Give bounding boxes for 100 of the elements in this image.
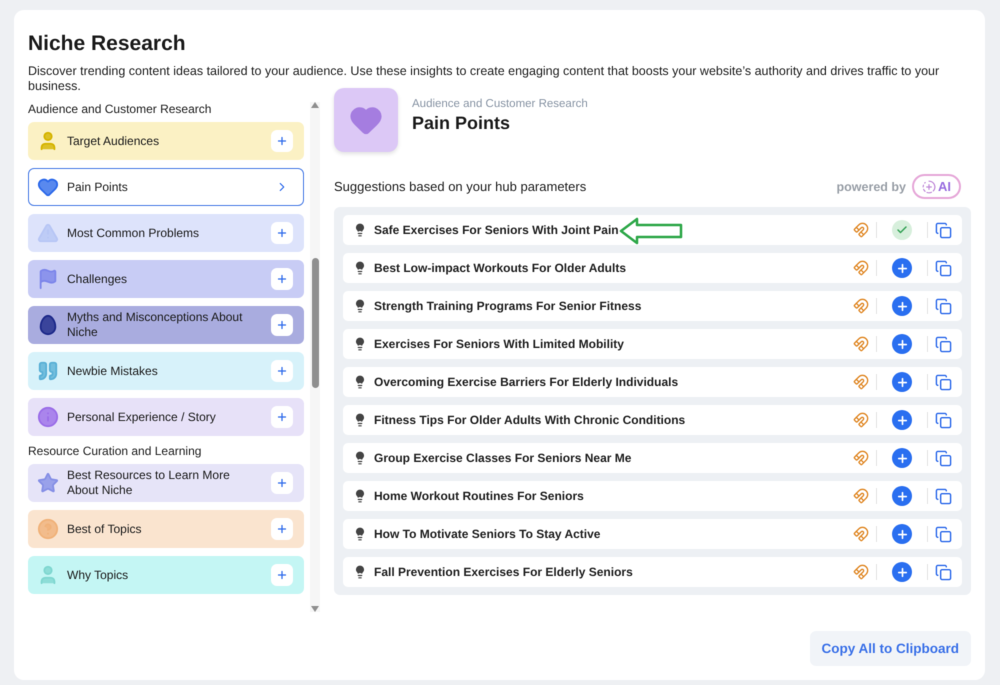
magnet-icon <box>853 450 869 466</box>
scroll-thumb[interactable] <box>312 258 319 388</box>
add-button[interactable] <box>271 130 294 152</box>
copy-button[interactable] <box>935 298 952 314</box>
lightbulb-icon <box>353 413 367 427</box>
item-label: Pain Points <box>67 180 129 194</box>
plus-icon <box>276 135 288 147</box>
sidebar-item[interactable]: Newbie Mistakes <box>28 352 304 390</box>
magnet-button[interactable] <box>853 298 869 314</box>
magnet-button[interactable] <box>853 260 869 276</box>
magnet-icon <box>853 412 869 428</box>
sidebar-item[interactable]: Challenges <box>28 260 304 298</box>
suggestion-text: Group Exercise Classes For Seniors Near Me <box>374 451 632 465</box>
add-button[interactable] <box>271 314 294 336</box>
add-button[interactable] <box>892 334 912 354</box>
add-button[interactable] <box>892 486 912 506</box>
sidebar-item[interactable]: Best of Topics <box>28 510 304 548</box>
sidebar-item[interactable]: Target Audiences <box>28 122 304 160</box>
magnet-icon <box>853 564 869 580</box>
add-button[interactable] <box>271 360 294 382</box>
arrow-drawing <box>619 217 683 245</box>
add-button[interactable] <box>271 518 294 540</box>
powered-by-label: powered by <box>836 180 906 194</box>
sidebar-item[interactable]: Why Topics <box>28 556 304 594</box>
item-label: Personal Experience / Story <box>67 410 217 424</box>
added-button[interactable] <box>892 220 912 240</box>
copy-button[interactable] <box>935 374 952 390</box>
scrollbar[interactable] <box>310 102 320 612</box>
magnet-button[interactable] <box>853 564 869 580</box>
sidebar-item[interactable]: Myths and Misconceptions About Niche <box>28 306 304 344</box>
sidebar-item[interactable]: Personal Experience / Story <box>28 398 304 436</box>
sidebar-item[interactable]: Pain Points <box>28 168 304 206</box>
suggestion-text: Fall Prevention Exercises For Elderly Seniors <box>374 565 634 579</box>
magnet-icon <box>853 526 869 542</box>
category-icon <box>37 360 59 382</box>
add-button[interactable] <box>892 258 912 278</box>
magnet-icon <box>853 488 869 504</box>
plus-icon <box>896 338 908 350</box>
copy-button[interactable] <box>935 488 952 504</box>
item-label: Best of Topics <box>67 522 142 536</box>
check-icon <box>896 224 908 236</box>
copy-button[interactable] <box>935 564 952 580</box>
plus-icon <box>276 411 288 423</box>
magnet-button[interactable] <box>853 374 869 390</box>
copy-icon <box>935 412 952 428</box>
scroll-down-icon[interactable] <box>311 606 320 612</box>
add-button[interactable] <box>271 222 294 244</box>
copy-button[interactable] <box>935 412 952 428</box>
magnet-icon <box>853 260 869 276</box>
category-icon <box>37 406 59 428</box>
copy-button[interactable] <box>935 526 952 542</box>
add-button[interactable] <box>271 472 294 494</box>
magnet-button[interactable] <box>853 450 869 466</box>
copy-button[interactable] <box>935 222 952 238</box>
suggestion-text: How To Motivate Seniors To Stay Active <box>374 527 602 541</box>
magnet-button[interactable] <box>853 526 869 542</box>
lightbulb-icon <box>353 223 367 237</box>
plus-icon <box>276 319 288 331</box>
plus-icon <box>276 365 288 377</box>
suggestion-text: Exercises For Seniors With Limited Mobility <box>374 337 625 351</box>
magnet-button[interactable] <box>853 222 869 238</box>
plus-icon <box>896 528 908 540</box>
suggestion-text: Home Workout Routines For Seniors <box>374 489 585 503</box>
plus-icon <box>896 490 908 502</box>
lightbulb-icon <box>353 261 367 275</box>
sidebar-item[interactable]: Most Common Problems <box>28 214 304 252</box>
add-button[interactable] <box>892 524 912 544</box>
add-button[interactable] <box>892 372 912 392</box>
add-button[interactable] <box>271 564 294 586</box>
plus-icon <box>896 376 908 388</box>
add-button[interactable] <box>892 448 912 468</box>
category-icon <box>37 314 59 336</box>
copy-icon <box>935 260 952 276</box>
copy-all-button[interactable]: Copy All to Clipboard <box>810 631 971 666</box>
section-heading: Audience and Customer Research <box>28 102 212 116</box>
suggestion-text: Safe Exercises For Seniors With Joint Pain <box>374 223 620 237</box>
add-button[interactable] <box>892 296 912 316</box>
scroll-up-icon[interactable] <box>311 102 320 108</box>
magnet-button[interactable] <box>853 488 869 504</box>
magnet-button[interactable] <box>853 412 869 428</box>
magnet-icon <box>853 374 869 390</box>
sidebar-item[interactable]: Best Resources to Learn More About Niche <box>28 464 304 502</box>
magnet-button[interactable] <box>853 336 869 352</box>
item-label: Best Resources to Learn More About Niche <box>67 468 231 498</box>
add-button[interactable] <box>892 410 912 430</box>
item-label: Myths and Misconceptions About Niche <box>67 310 244 340</box>
copy-icon <box>935 374 952 390</box>
lightbulb-icon <box>353 489 367 503</box>
copy-icon <box>935 222 952 238</box>
add-button[interactable] <box>271 268 294 290</box>
copy-button[interactable] <box>935 336 952 352</box>
add-button[interactable] <box>271 406 294 428</box>
suggestion-text: Best Low-impact Workouts For Older Adults <box>374 261 628 275</box>
plus-icon <box>276 569 288 581</box>
plus-icon <box>896 414 908 426</box>
category-icon <box>37 222 59 244</box>
add-button[interactable] <box>892 562 912 582</box>
copy-button[interactable] <box>935 450 952 466</box>
copy-button[interactable] <box>935 260 952 276</box>
ai-badge: AI <box>912 174 961 199</box>
